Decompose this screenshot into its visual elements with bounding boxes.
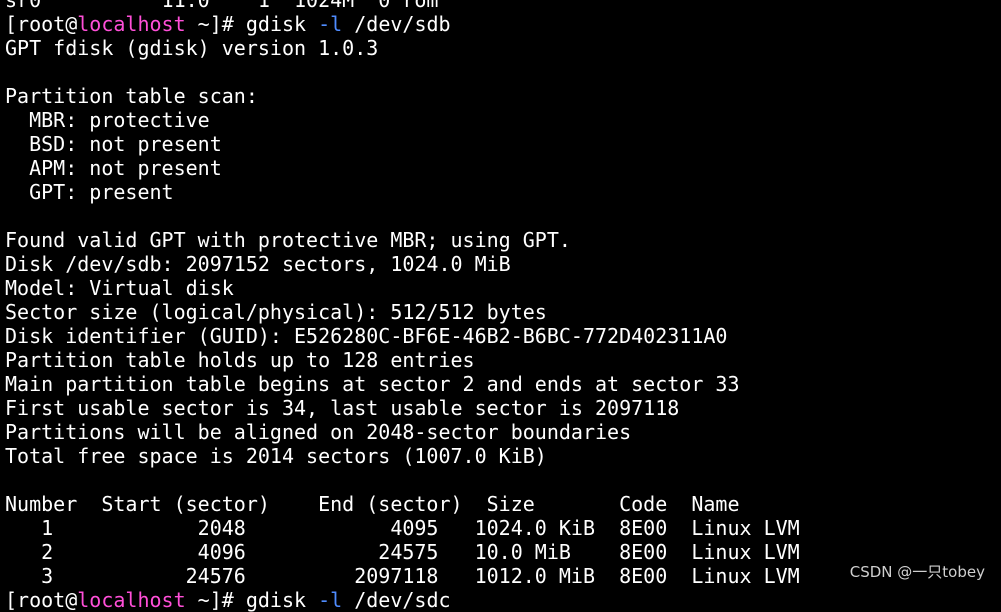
partial-previous-output-line: sr0 11:0 1 1024M 0 rom	[5, 0, 439, 12]
prompt-hostname: localhost	[77, 12, 186, 36]
command-option: -l	[318, 588, 343, 612]
command-argument: /dev/sdb	[342, 12, 451, 36]
version-line: GPT fdisk (gdisk) version 1.0.3	[5, 36, 379, 60]
scan-mbr-line: MBR: protective	[5, 108, 210, 132]
partition-row: 1 2048 4095 1024.0 KiB 8E00 Linux LVM	[5, 516, 800, 540]
scan-header-line: Partition table scan:	[5, 84, 258, 108]
prompt-hostname: localhost	[77, 588, 186, 612]
sector-size-line: Sector size (logical/physical): 512/512 …	[5, 300, 547, 324]
prompt-tail: ~]# gdisk	[185, 588, 319, 612]
prompt-user: root@	[17, 588, 78, 612]
usable-sectors-line: First usable sector is 34, last usable s…	[5, 396, 680, 420]
free-space-line: Total free space is 2014 sectors (1007.0…	[5, 444, 547, 468]
csdn-watermark: CSDN @一只tobey	[849, 563, 985, 581]
found-gpt-line: Found valid GPT with protective MBR; usi…	[5, 228, 571, 252]
disk-info-line: Disk /dev/sdb: 2097152 sectors, 1024.0 M…	[5, 252, 511, 276]
terminal-output[interactable]: sr0 11:0 1 1024M 0 rom [root@localhost ~…	[5, 0, 1001, 612]
scan-bsd-line: BSD: not present	[5, 132, 222, 156]
command-name: gdisk	[245, 12, 319, 36]
command-argument: /dev/sdc	[342, 588, 451, 612]
prompt-tail: ~]#	[185, 12, 246, 36]
scan-gpt-line: GPT: present	[5, 180, 174, 204]
prompt-open-bracket: [	[5, 12, 18, 36]
model-line: Model: Virtual disk	[5, 276, 234, 300]
prompt-user: root@	[17, 12, 78, 36]
scan-apm-line: APM: not present	[5, 156, 222, 180]
alignment-line: Partitions will be aligned on 2048-secto…	[5, 420, 632, 444]
next-prompt-line: [root@localhost ~]# gdisk -l /dev/sdc	[5, 588, 1001, 612]
command-option: -l	[318, 12, 343, 36]
partition-table-header: Number Start (sector) End (sector) Size …	[5, 492, 740, 516]
command-prompt-line: [root@localhost ~]# gdisk -l /dev/sdb	[5, 12, 1001, 36]
prompt-open-bracket: [	[5, 588, 18, 612]
disk-guid-line: Disk identifier (GUID): E526280C-BF6E-46…	[5, 324, 728, 348]
table-capacity-line: Partition table holds up to 128 entries	[5, 348, 475, 372]
main-table-line: Main partition table begins at sector 2 …	[5, 372, 740, 396]
